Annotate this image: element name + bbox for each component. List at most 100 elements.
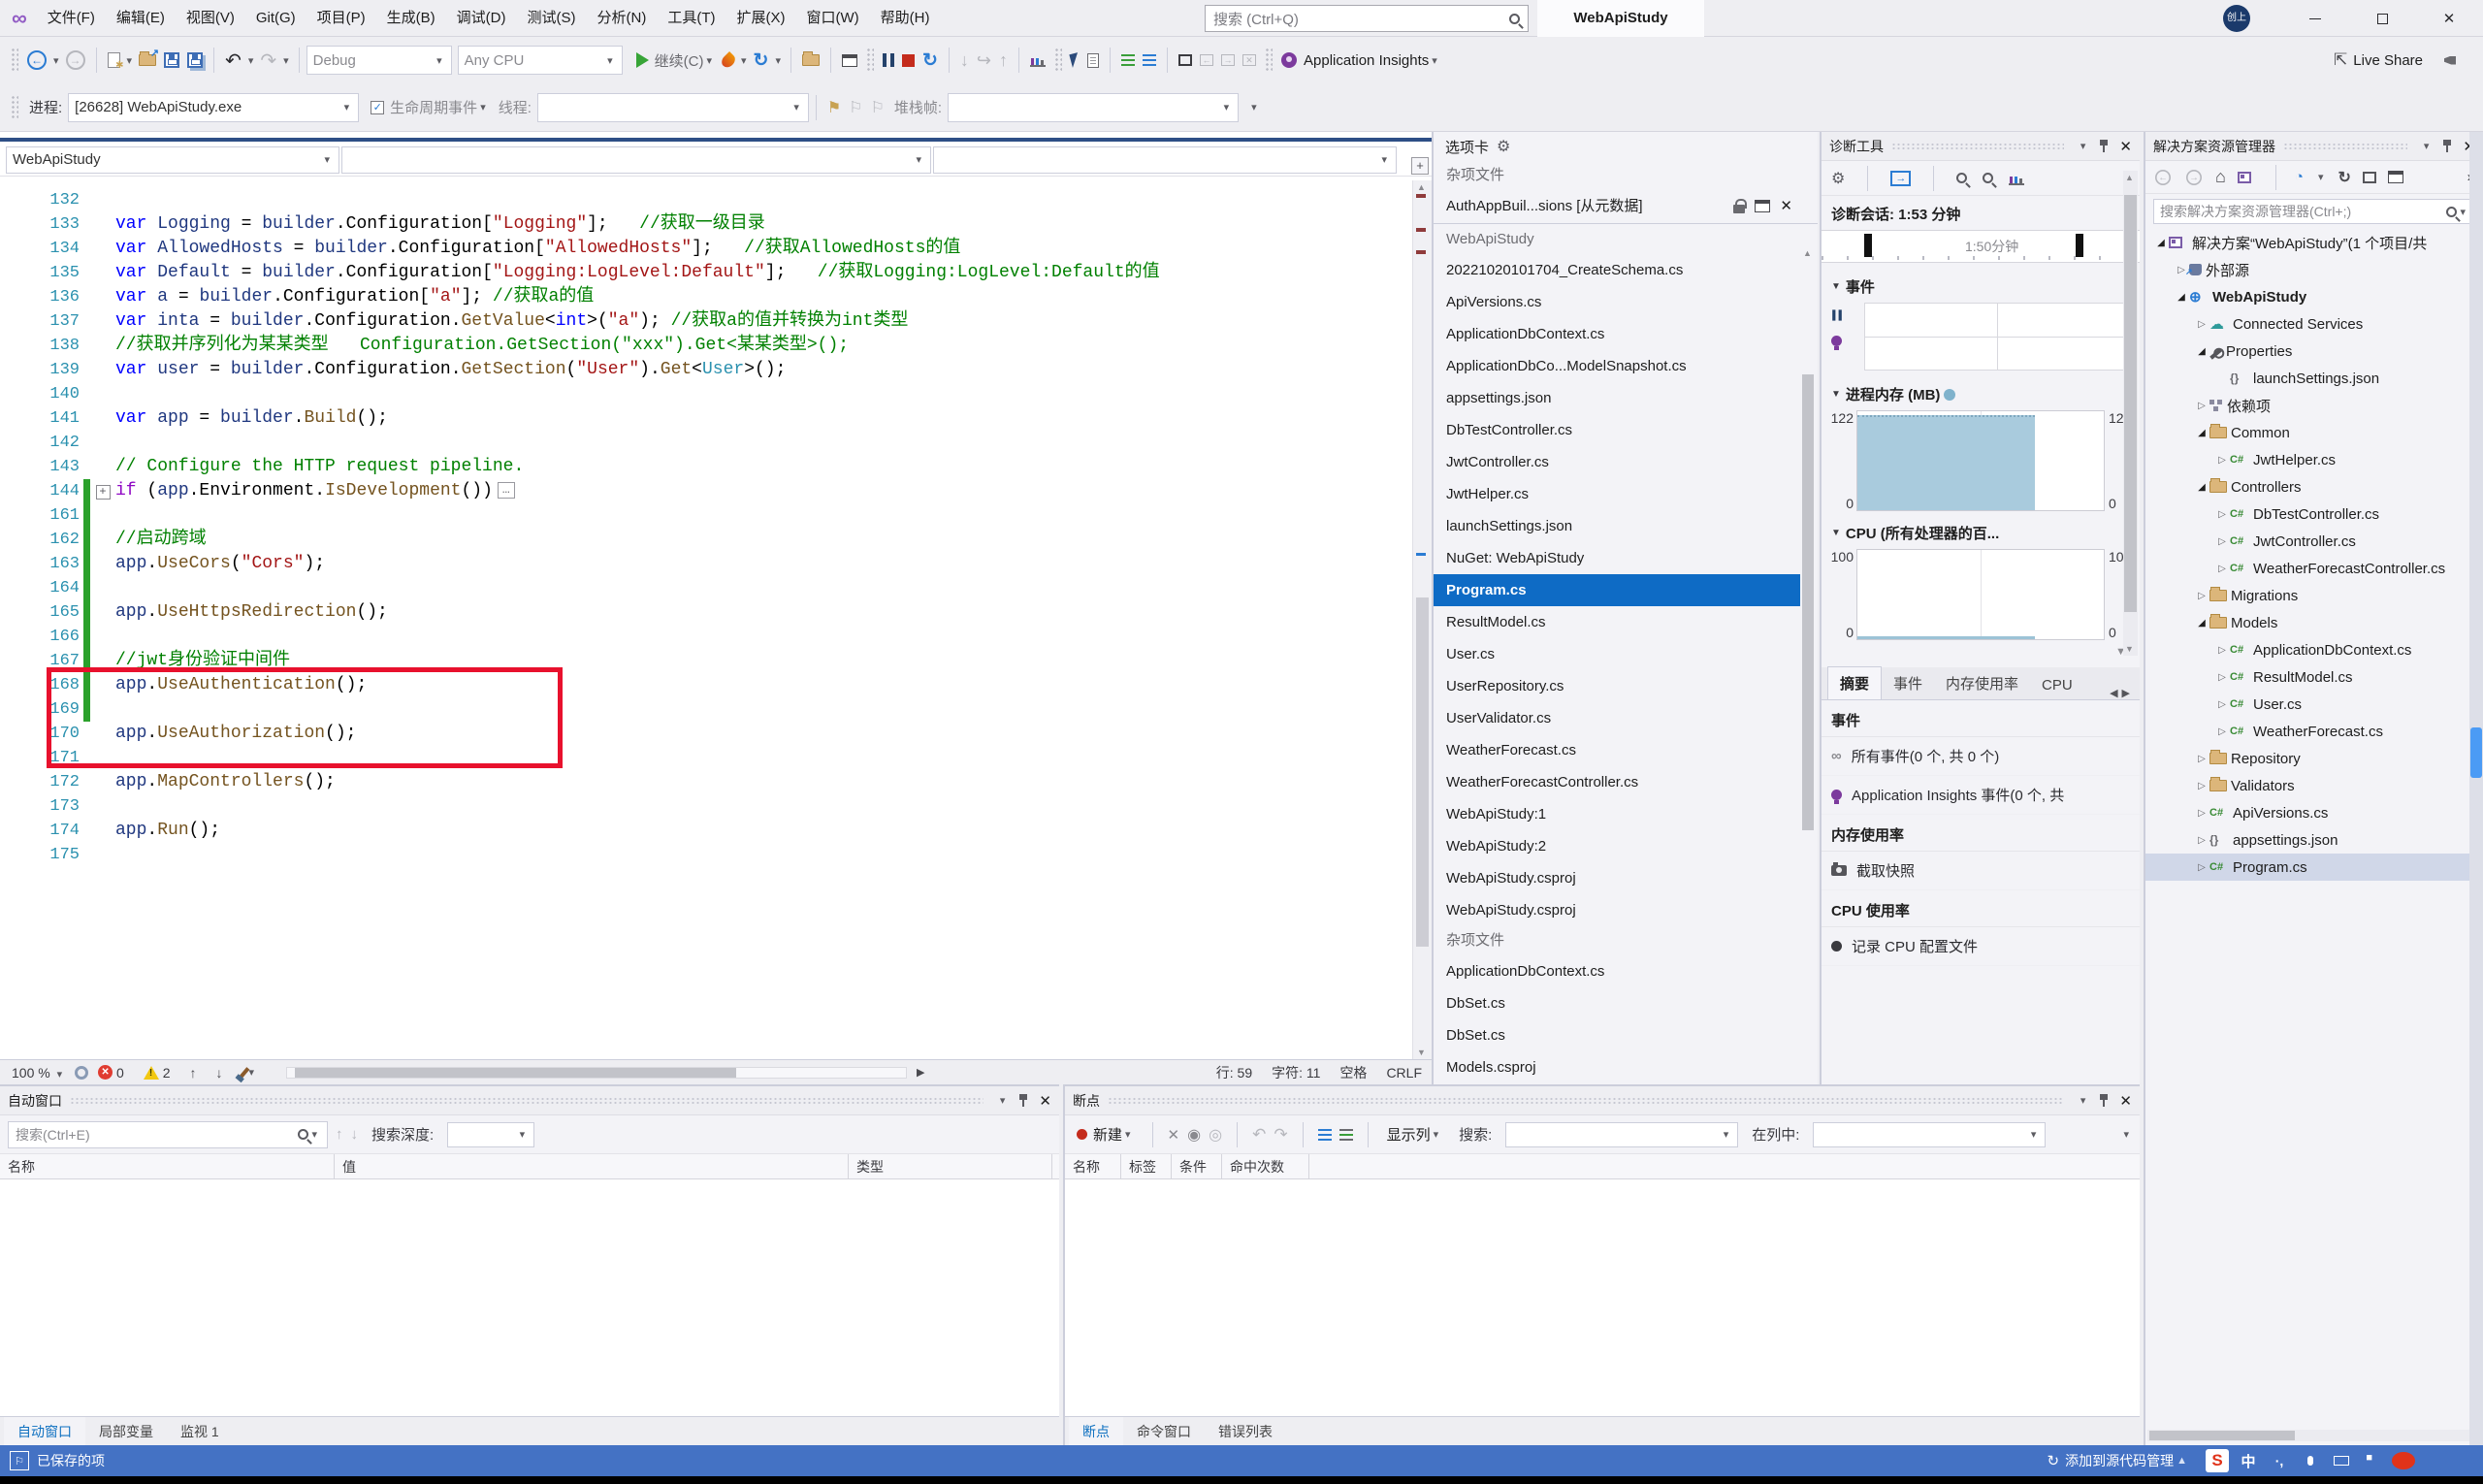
code-line[interactable]: 133var Logging = builder.Configuration["…	[0, 212, 1412, 237]
expand-node-icon[interactable]: ▷	[2214, 536, 2230, 547]
document-tab[interactable]: AuthAppBuil...sions [从元数据]✕	[1434, 190, 1800, 222]
tree-item[interactable]: ▷C#DbTestController.cs	[2145, 500, 2483, 528]
expand-node-icon[interactable]: ▷	[2214, 455, 2230, 466]
breakpoint-window-button[interactable]	[1175, 51, 1196, 69]
code-line[interactable]: 136var a = builder.Configuration["a"]; /…	[0, 285, 1412, 309]
delete-breakpoints-button[interactable]: ✕	[1239, 51, 1260, 69]
expand-node-icon[interactable]: ▷	[2214, 726, 2230, 737]
undo-dropdown[interactable]: ▾	[245, 54, 257, 67]
diagnostics-timeline[interactable]: 1:50分钟	[1822, 230, 2140, 263]
pending-changes-filter-icon[interactable]: ◔	[2295, 169, 2304, 185]
tree-item[interactable]: ◢Models	[2145, 609, 2483, 636]
show-columns-button[interactable]: 显示列▾	[1383, 1121, 1446, 1147]
diagnostics-tab-3[interactable]: 内存使用率	[1934, 667, 2030, 699]
panel-tab-1[interactable]: 自动窗口	[4, 1417, 85, 1446]
code-line[interactable]: 162//启动跨域	[0, 528, 1412, 552]
new-file-button[interactable]	[104, 49, 124, 71]
expand-node-icon[interactable]: ▷	[2194, 808, 2209, 819]
add-to-source-control-button[interactable]: ↻ 添加到源代码管理 ▲	[2048, 1451, 2190, 1470]
new-breakpoint-button[interactable]: 新建 ▾	[1073, 1121, 1138, 1147]
tree-item[interactable]: ▷C#ApiVersions.cs	[2145, 799, 2483, 826]
autos-grid[interactable]	[0, 1179, 1059, 1416]
collapse-all-icon[interactable]	[2363, 172, 2376, 183]
eol-indicator[interactable]: CRLF	[1386, 1065, 1422, 1081]
restart-debugging-button[interactable]: ↻	[919, 47, 942, 75]
redo-dropdown[interactable]: ▾	[280, 54, 292, 67]
autos-search-input[interactable]: 搜索(Ctrl+E) ▾	[8, 1121, 328, 1148]
document-tab[interactable]: DbSet.cs	[1434, 1019, 1800, 1051]
restart-button[interactable]: ↻	[750, 47, 773, 75]
switch-views-icon[interactable]	[2238, 172, 2251, 183]
quick-search-input[interactable]: 搜索 (Ctrl+Q)	[1205, 5, 1529, 32]
expand-node-icon[interactable]: ▷	[2194, 401, 2209, 411]
screen-edge-scrollbar[interactable]	[2469, 132, 2483, 1445]
cpu-section-header[interactable]: CPU (所有处理器的百...	[1846, 523, 1999, 543]
code-line[interactable]: 132	[0, 188, 1412, 212]
column-header[interactable]: 标签	[1121, 1154, 1172, 1179]
expand-node-icon[interactable]: ▷	[2214, 509, 2230, 520]
column-header[interactable]: 名称	[1065, 1154, 1121, 1179]
hscroll-thumb[interactable]	[295, 1068, 736, 1078]
document-tab[interactable]: User.cs	[1434, 638, 1800, 670]
document-tab[interactable]: WeatherForecastController.cs	[1434, 766, 1800, 798]
document-tab[interactable]: ApplicationDbContext.cs	[1434, 955, 1800, 987]
document-tab[interactable]: WebApiStudy.csproj	[1434, 862, 1800, 894]
memory-section-header[interactable]: 进程内存 (MB)	[1846, 384, 1941, 404]
breakpoints-grid[interactable]	[1065, 1179, 2140, 1416]
toolbar-overflow[interactable]: ▾	[2120, 1128, 2132, 1141]
lifecycle-events-button[interactable]: ✓ 生命周期事件 ▾	[367, 94, 493, 120]
document-tab[interactable]: Program.cs	[1434, 574, 1800, 606]
export-icon[interactable]: ↷	[1274, 1125, 1287, 1145]
ime-language-mode[interactable]: 中	[2237, 1449, 2260, 1472]
document-tab[interactable]: DbTestController.cs	[1434, 414, 1800, 446]
document-tab[interactable]: JwtHelper.cs	[1434, 478, 1800, 510]
hot-reload-button[interactable]	[719, 50, 738, 71]
refresh-icon[interactable]: ↻	[2338, 168, 2350, 187]
expand-region-icon[interactable]: +	[96, 485, 111, 500]
document-tab[interactable]: Models.csproj	[1434, 1051, 1800, 1083]
browse-target-button[interactable]	[798, 51, 823, 69]
preview-icon[interactable]	[1755, 200, 1770, 212]
tree-item[interactable]: ▷☁Connected Services	[2145, 310, 2483, 338]
toolbar-overflow[interactable]: ▾	[1248, 101, 1260, 113]
open-file-button[interactable]	[135, 51, 160, 69]
code-line[interactable]: 141var app = builder.Build();	[0, 406, 1412, 431]
next-match-icon[interactable]: ↓	[351, 1126, 359, 1143]
tree-item[interactable]: ▷Repository	[2145, 745, 2483, 772]
disable-all-breakpoints-icon[interactable]: ◎	[1209, 1125, 1222, 1145]
tree-item[interactable]: ◢Properties	[2145, 338, 2483, 365]
code-line[interactable]: 144+if (app.Environment.IsDevelopment())…	[0, 479, 1412, 503]
code-line[interactable]: 174app.Run();	[0, 819, 1412, 843]
column-header[interactable]: 名称	[0, 1154, 335, 1179]
show-next-statement-button[interactable]	[1067, 50, 1083, 70]
tab-scroll-arrows[interactable]: ◀▶	[2110, 687, 2134, 699]
hscroll-thumb[interactable]	[2149, 1431, 2295, 1440]
tree-item[interactable]: ▷C#ApplicationDbContext.cs	[2145, 636, 2483, 663]
tree-item[interactable]: ◢Common	[2145, 419, 2483, 446]
tree-item[interactable]: ▷C#JwtHelper.cs	[2145, 446, 2483, 473]
break-all-button[interactable]	[879, 50, 898, 70]
ime-punctuation-mode[interactable]: ·,	[2268, 1449, 2291, 1472]
forward-icon[interactable]: →	[2186, 170, 2202, 185]
preview-window-button[interactable]	[838, 51, 861, 70]
scroll-down-icon[interactable]: ▼	[1417, 1048, 1426, 1057]
document-tab[interactable]: WebApiStudy:1	[1434, 798, 1800, 830]
diagnostics-tab-4[interactable]: CPU	[2030, 671, 2084, 699]
diagnostics-scrollbar[interactable]: ▲ ▼	[2123, 171, 2138, 656]
save-all-button[interactable]	[183, 49, 207, 71]
window-position-dropdown[interactable]: ▾	[2078, 140, 2089, 152]
scroll-up-icon[interactable]: ▲	[1803, 248, 1812, 258]
window-position-dropdown[interactable]: ▾	[997, 1094, 1009, 1107]
tab-well-scrollbar[interactable]: ▲	[1802, 248, 1816, 1082]
tree-item[interactable]: {}launchSettings.json	[2145, 365, 2483, 392]
step-over-button[interactable]: ↪	[973, 48, 995, 74]
stop-debugging-button[interactable]	[898, 51, 919, 70]
go-to-source-icon[interactable]	[1318, 1129, 1332, 1141]
menu-item[interactable]: 测试(S)	[517, 0, 587, 37]
zoom-select[interactable]: 100 % ▾	[12, 1065, 65, 1081]
panel-tab-1[interactable]: 断点	[1069, 1417, 1123, 1446]
document-tab[interactable]: ApiVersions.cs	[1434, 286, 1800, 318]
ime-toolbox-icon[interactable]	[2361, 1449, 2384, 1472]
record-cpu-link[interactable]: 记录 CPU 配置文件	[1822, 927, 2140, 966]
window-position-dropdown[interactable]: ▾	[2078, 1094, 2089, 1107]
